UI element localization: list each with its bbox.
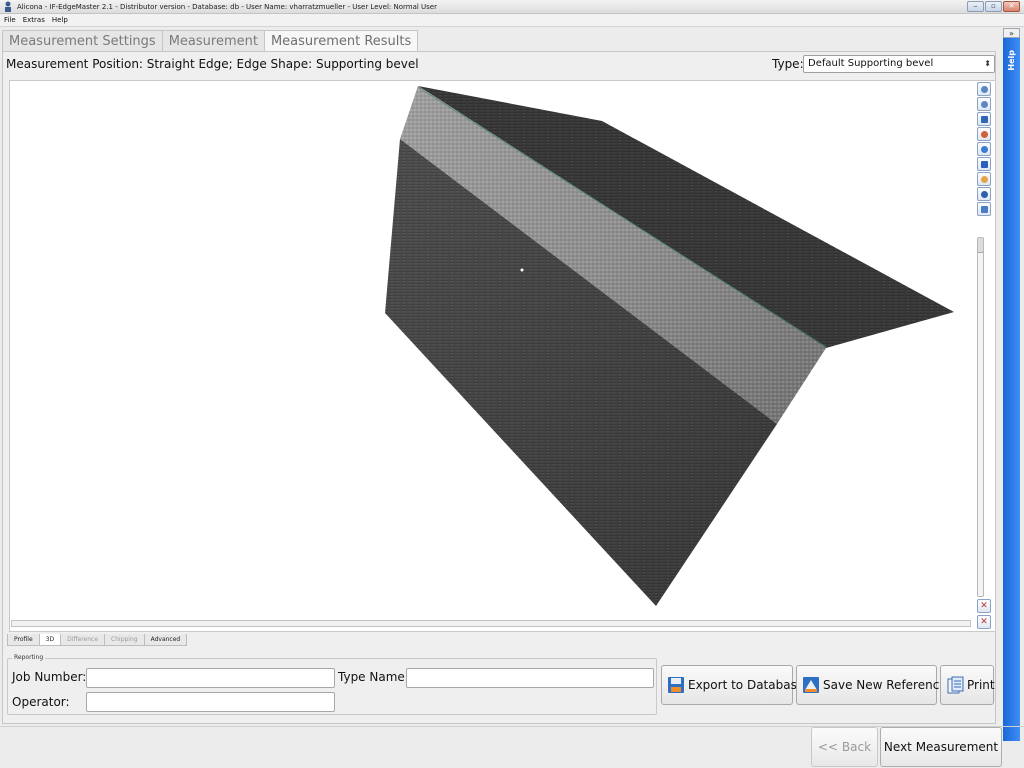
save-new-reference-label: Save New Reference (823, 678, 947, 692)
close-button[interactable]: ✕ (1003, 1, 1020, 12)
zoom-in-icon[interactable] (977, 82, 991, 96)
export-to-database-button[interactable]: Export to Database (661, 665, 804, 705)
job-number-label: Job Number: (12, 670, 87, 684)
home-view-icon[interactable] (977, 112, 991, 126)
3d-viewport[interactable]: ✕ ✕ (9, 80, 996, 632)
app-window: Alicona - IF-EdgeMaster 2.1 - Distributo… (0, 0, 1024, 768)
help-tab[interactable]: Help (1003, 38, 1020, 741)
save-reference-icon (803, 677, 819, 693)
zoom-slider-handle[interactable] (978, 238, 983, 253)
tab-measurement-settings[interactable]: Measurement Settings (2, 30, 163, 51)
type-select-value: Default Supporting bevel (808, 58, 934, 69)
database-export-icon (668, 677, 684, 693)
axes-reset-icon[interactable]: ✕ (977, 615, 991, 629)
alicona-logo-icon (5, 1, 11, 12)
menu-bar: File Extras Help (0, 14, 1024, 27)
reporting-legend: Reporting (12, 653, 46, 663)
menu-file[interactable]: File (0, 14, 19, 26)
main-tab-bar: Measurement Settings Measurement Measure… (2, 30, 419, 52)
help-tab-label: Help (1007, 50, 1016, 71)
3d-surface-render (385, 86, 954, 606)
fit-view-icon[interactable] (977, 202, 991, 216)
maximize-button[interactable]: ▫ (985, 1, 1002, 12)
print-button[interactable]: Print (940, 665, 995, 705)
type-select[interactable]: Default Supporting bevel ⬍ (803, 55, 995, 73)
print-label: Print (967, 678, 995, 692)
help-panel-strip: » Help (1003, 28, 1020, 741)
operator-input[interactable] (86, 692, 335, 712)
job-number-input[interactable] (86, 668, 335, 688)
minimize-button[interactable]: ‒ (967, 1, 984, 12)
tab-chipping: Chipping (104, 634, 145, 646)
type-name-input[interactable] (406, 668, 654, 688)
tab-difference: Difference (60, 634, 106, 646)
menu-help[interactable]: Help (48, 14, 71, 26)
next-measurement-button[interactable]: Next Measurement (880, 727, 1002, 767)
zoom-slider[interactable] (977, 237, 984, 597)
type-name-label: Type Name: (338, 670, 409, 684)
reset-rotation-icon[interactable] (977, 142, 991, 156)
tab-advanced[interactable]: Advanced (143, 634, 188, 646)
tab-profile[interactable]: Profile (7, 634, 40, 646)
tab-measurement-results[interactable]: Measurement Results (263, 30, 419, 52)
window-title: Alicona - IF-EdgeMaster 2.1 - Distributo… (17, 3, 437, 11)
save-new-reference-button[interactable]: Save New Reference (796, 665, 947, 705)
select-arrow-icon: ⬍ (984, 59, 991, 68)
help-toggle-button[interactable]: » (1003, 28, 1020, 38)
rotate-icon[interactable] (977, 127, 991, 141)
title-bar: Alicona - IF-EdgeMaster 2.1 - Distributo… (0, 0, 1024, 14)
color-map-icon[interactable] (977, 157, 991, 171)
tab-measurement[interactable]: Measurement (161, 30, 265, 51)
viewer-toolbar (977, 82, 993, 216)
horizontal-scrollbar[interactable] (11, 620, 971, 627)
back-button[interactable]: << Back (811, 727, 878, 767)
operator-label: Operator: (12, 695, 70, 709)
settings-icon[interactable] (977, 187, 991, 201)
type-label: Type: (772, 57, 804, 71)
result-view-tabs: Profile 3D Difference Chipping Advanced (7, 634, 188, 646)
export-to-database-label: Export to Database (688, 678, 805, 692)
print-icon (947, 676, 964, 694)
measurement-position-label: Measurement Position: Straight Edge; Edg… (6, 57, 419, 71)
axes-icon[interactable]: ✕ (977, 599, 991, 613)
tab-3d[interactable]: 3D (38, 634, 62, 646)
zoom-out-icon[interactable] (977, 97, 991, 111)
light-icon[interactable] (977, 172, 991, 186)
menu-extras[interactable]: Extras (19, 14, 48, 26)
